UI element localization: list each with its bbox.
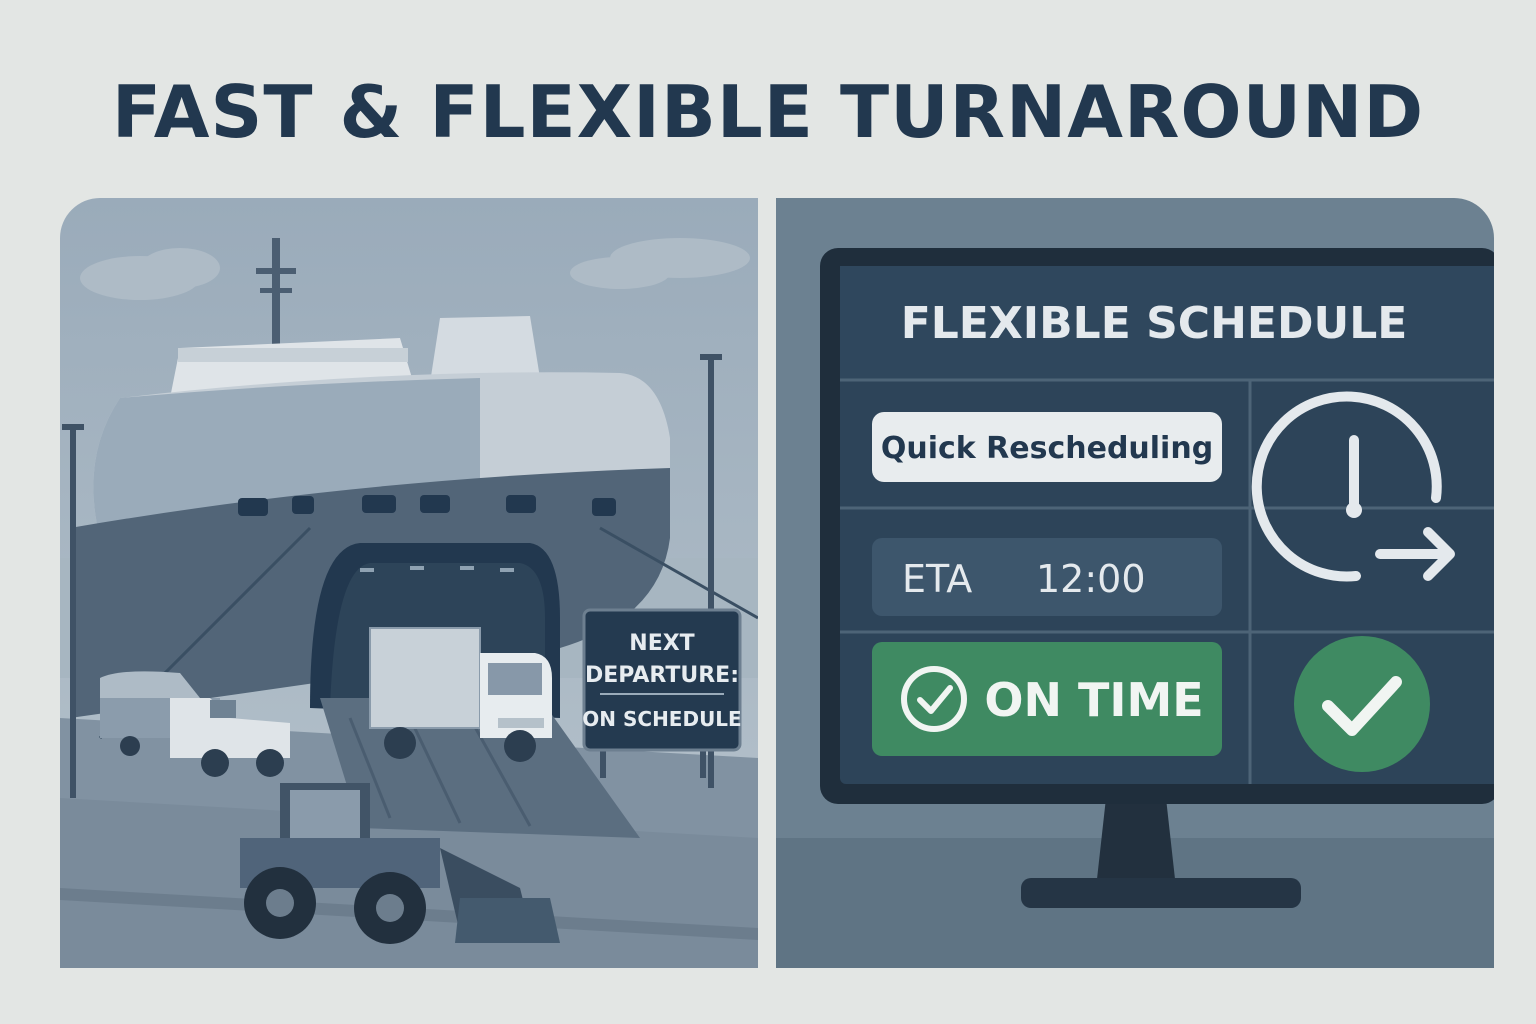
sign-line3: ON SCHEDULE (582, 707, 741, 731)
port-illustration: NEXT DEPARTURE: ON SCHEDULE (60, 198, 758, 968)
quick-rescheduling-button[interactable]: Quick Rescheduling (872, 412, 1222, 482)
port-scene: NEXT DEPARTURE: ON SCHEDULE (60, 198, 758, 968)
sign-line2: DEPARTURE: (585, 663, 739, 688)
eta-time: 12:00 (1036, 557, 1146, 601)
monitor-stand (1096, 798, 1176, 888)
eta-label: ETA (902, 557, 972, 601)
monitor-scene: FLEXIBLE SCHEDULE Quick Rescheduling ETA… (776, 198, 1494, 968)
check-circle-icon (1294, 636, 1430, 772)
schedule-title: FLEXIBLE SCHEDULE (901, 298, 1408, 349)
schedule-monitor-panel: FLEXIBLE SCHEDULE Quick Rescheduling ETA… (776, 198, 1494, 968)
eta-field: ETA 12:00 (872, 538, 1222, 616)
sign-line1: NEXT (629, 631, 694, 656)
status-label: ON TIME (984, 673, 1203, 727)
quick-rescheduling-label: Quick Rescheduling (881, 431, 1213, 466)
headline: FAST & FLEXIBLE TURNAROUND (111, 70, 1425, 154)
on-time-status: ON TIME (872, 642, 1222, 756)
